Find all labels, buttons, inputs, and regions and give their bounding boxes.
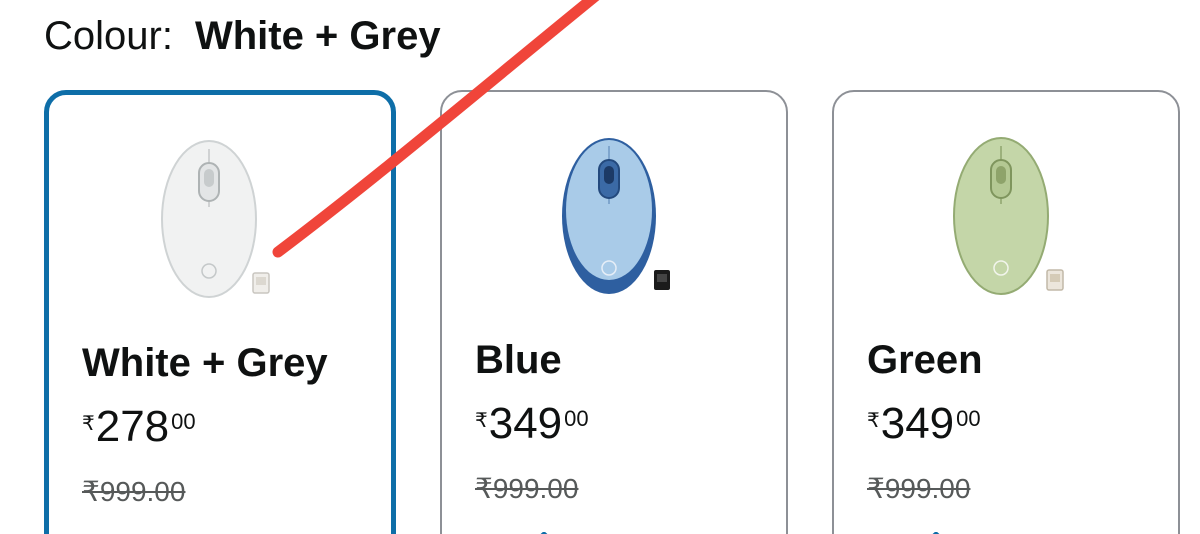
list-price-strikethrough: ₹999.00 xyxy=(82,476,186,507)
list-price-strikethrough: ₹999.00 xyxy=(475,473,579,504)
price-fraction: 00 xyxy=(956,406,981,431)
swatch-name: Green xyxy=(867,338,983,382)
currency-symbol: ₹ xyxy=(867,410,880,432)
swatch-name: Blue xyxy=(475,338,562,382)
selected-colour-value: White + Grey xyxy=(194,14,441,58)
swatch-blue[interactable]: Blue ₹ 349 00 ₹999.00 xyxy=(440,90,788,534)
swatch-price: ₹ 349 00 xyxy=(867,400,981,448)
price-fraction: 00 xyxy=(171,409,196,434)
white-grey-mouse-image xyxy=(161,140,270,298)
currency-symbol: ₹ xyxy=(475,410,488,432)
colour-label-row: Colour: White + Grey xyxy=(44,14,441,66)
swatch-green[interactable]: Green ₹ 349 00 ₹999.00 xyxy=(832,90,1180,534)
swatch-white-grey[interactable]: White + Grey ₹ 278 00 ₹999.00 xyxy=(44,90,396,534)
currency-symbol: ₹ xyxy=(82,413,95,435)
green-mouse-image xyxy=(953,137,1064,295)
price-whole: 349 xyxy=(880,399,955,448)
price-fraction: 00 xyxy=(564,406,589,431)
price-whole: 278 xyxy=(95,402,170,451)
colour-label: Colour: xyxy=(44,14,173,58)
price-whole: 349 xyxy=(488,399,563,448)
swatch-price: ₹ 278 00 xyxy=(82,403,196,451)
swatch-name: White + Grey xyxy=(82,341,328,385)
swatch-price: ₹ 349 00 xyxy=(475,400,589,448)
list-price-strikethrough: ₹999.00 xyxy=(867,473,971,504)
blue-mouse-image xyxy=(562,138,670,294)
colour-variant-section: Colour: White + Grey White + Grey ₹ 278 … xyxy=(0,0,1200,534)
